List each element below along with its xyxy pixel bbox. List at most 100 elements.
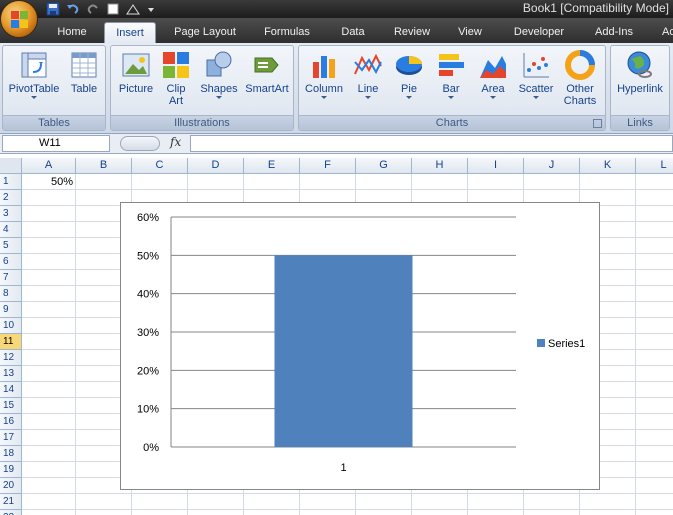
clip-art-icon	[163, 52, 189, 78]
chevron-down-icon	[490, 96, 496, 99]
row-header-17[interactable]: 17	[0, 430, 22, 446]
clip-art-button[interactable]: Clip Art	[161, 50, 191, 107]
area-chart-button[interactable]: Area	[475, 50, 511, 99]
tab-view[interactable]: View	[448, 22, 492, 43]
tab-data[interactable]: Data	[330, 22, 376, 43]
hyperlink-button[interactable]: Hyperlink	[613, 50, 667, 95]
tab-review[interactable]: Review	[386, 22, 438, 43]
column-header-h[interactable]: H	[412, 158, 468, 174]
row-header-5[interactable]: 5	[0, 238, 22, 254]
group-label-tables: Tables	[3, 115, 105, 130]
row-header-16[interactable]: 16	[0, 414, 22, 430]
embedded-chart[interactable]: 0% 10% 20% 30% 40% 50% 60% 1 Series1	[120, 202, 600, 490]
y-tick-label: 40%	[137, 289, 159, 301]
row-header-12[interactable]: 12	[0, 350, 22, 366]
row-header-10[interactable]: 10	[0, 318, 22, 334]
row-header-22[interactable]: 22	[0, 510, 22, 515]
row-header-19[interactable]: 19	[0, 462, 22, 478]
picture-icon	[122, 53, 150, 77]
area-chart-icon	[480, 56, 506, 78]
picture-button[interactable]: Picture	[115, 50, 157, 95]
column-header-j[interactable]: J	[524, 158, 580, 174]
column-chart-button[interactable]: Column	[301, 50, 347, 99]
row-header-7[interactable]: 7	[0, 270, 22, 286]
column-header-d[interactable]: D	[188, 158, 244, 174]
shapes-button[interactable]: Shapes	[197, 50, 241, 99]
row-header-2[interactable]: 2	[0, 190, 22, 206]
column-header-a[interactable]: A	[22, 158, 76, 174]
name-box[interactable]: W11	[2, 135, 110, 152]
other-charts-icon	[565, 50, 595, 80]
column-header-k[interactable]: K	[580, 158, 636, 174]
ribbon: PivotTable Table Tables Picture Clip Art…	[0, 43, 673, 134]
tab-acrobat[interactable]: Acrobat	[654, 22, 673, 43]
column-header-g[interactable]: G	[356, 158, 412, 174]
bar-series1-1	[274, 255, 413, 447]
title-bar: Book1 [Compatibility Mode]	[0, 0, 673, 18]
formula-bar-toggle[interactable]	[120, 136, 160, 151]
line-chart-button[interactable]: Line	[349, 50, 387, 99]
group-charts: Column Line Pie Bar Area Scatter Other C…	[298, 45, 606, 131]
clip-art-label-line1: Clip	[166, 83, 186, 95]
column-header-f[interactable]: F	[300, 158, 356, 174]
column-label: Column	[305, 83, 343, 95]
pivottable-label: PivotTable	[8, 83, 60, 95]
undo-icon[interactable]	[66, 2, 80, 16]
tab-developer[interactable]: Developer	[502, 22, 576, 43]
row-header-11[interactable]: 11	[0, 334, 22, 350]
row-header-14[interactable]: 14	[0, 382, 22, 398]
select-all-corner[interactable]	[0, 158, 22, 174]
row-header-21[interactable]: 21	[0, 494, 22, 510]
pie-chart-button[interactable]: Pie	[391, 50, 427, 99]
tab-formulas[interactable]: Formulas	[254, 22, 320, 43]
picture-label: Picture	[118, 83, 154, 95]
column-header-e[interactable]: E	[244, 158, 300, 174]
insert-function-icon[interactable]: fx	[170, 135, 190, 149]
row-header-1[interactable]: 1	[0, 174, 22, 190]
other-charts-button[interactable]: Other Charts	[559, 50, 601, 107]
tab-home[interactable]: Home	[50, 22, 94, 43]
y-tick-label: 0%	[143, 442, 159, 454]
row-header-3[interactable]: 3	[0, 206, 22, 222]
tab-insert[interactable]: Insert	[104, 22, 156, 43]
smartart-button[interactable]: SmartArt	[243, 50, 291, 95]
formula-input[interactable]	[190, 135, 673, 152]
print-preview-icon[interactable]	[106, 2, 120, 16]
window-title: Book1 [Compatibility Mode]	[522, 1, 669, 15]
pie-chart-icon	[396, 56, 422, 75]
chevron-down-icon	[533, 96, 539, 99]
clip-art-label-line2: Art	[168, 95, 184, 107]
pivottable-button[interactable]: PivotTable	[5, 50, 63, 99]
row-header-8[interactable]: 8	[0, 286, 22, 302]
charts-dialog-launcher-icon[interactable]	[593, 119, 602, 128]
table-button[interactable]: Table	[65, 50, 103, 95]
office-button[interactable]	[0, 0, 38, 38]
row-header-4[interactable]: 4	[0, 222, 22, 238]
scatter-chart-button[interactable]: Scatter	[515, 50, 557, 99]
row-header-6[interactable]: 6	[0, 254, 22, 270]
column-header-c[interactable]: C	[132, 158, 188, 174]
column-header-b[interactable]: B	[76, 158, 132, 174]
bar-chart-button[interactable]: Bar	[433, 50, 469, 99]
y-tick-label: 20%	[137, 365, 159, 377]
chart-tools-icon[interactable]	[126, 2, 140, 16]
row-header-15[interactable]: 15	[0, 398, 22, 414]
tab-add-ins[interactable]: Add-Ins	[584, 22, 644, 43]
save-icon[interactable]	[46, 2, 60, 16]
row-header-18[interactable]: 18	[0, 446, 22, 462]
other-charts-label-line1: Other	[566, 83, 594, 95]
column-header-i[interactable]: I	[468, 158, 524, 174]
chevron-down-icon	[321, 96, 327, 99]
office-logo-icon	[11, 11, 29, 29]
row-header-13[interactable]: 13	[0, 366, 22, 382]
quick-access-toolbar	[46, 1, 160, 17]
smartart-icon	[254, 57, 279, 73]
cell-a1[interactable]: 50%	[22, 176, 76, 188]
redo-icon[interactable]	[86, 2, 100, 16]
grid-row-line	[22, 493, 673, 494]
row-header-9[interactable]: 9	[0, 302, 22, 318]
row-header-20[interactable]: 20	[0, 478, 22, 494]
customize-qat-icon[interactable]	[146, 2, 160, 16]
column-header-l[interactable]: L	[636, 158, 673, 174]
tab-page-layout[interactable]: Page Layout	[166, 22, 244, 43]
